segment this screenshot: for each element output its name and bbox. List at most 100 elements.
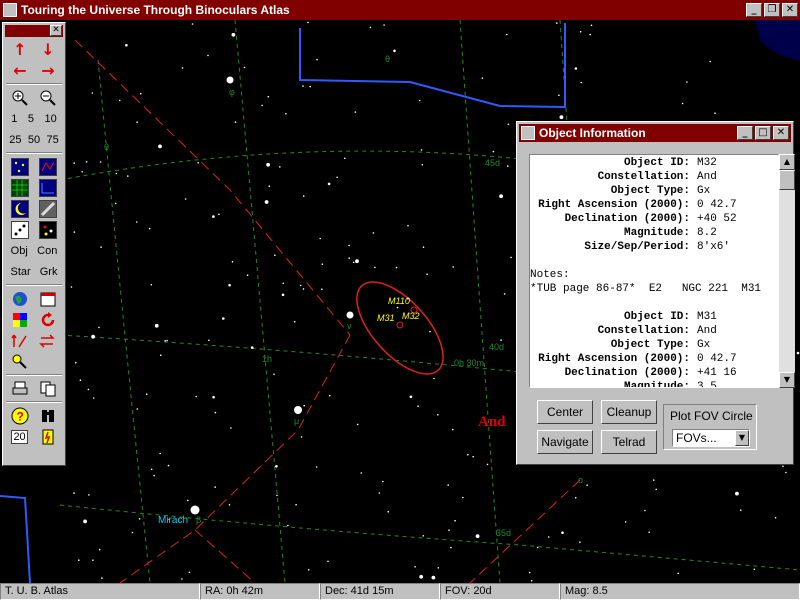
info-row: Magnitude: 8.2 [530,226,778,240]
calendar-icon[interactable] [39,290,57,308]
zoom-out-icon[interactable] [39,89,57,107]
greek-mu: μ [294,416,299,426]
object-info-maximize-button[interactable]: □ [755,126,771,140]
star-mirach[interactable] [190,505,200,515]
star [92,559,94,561]
scroll-thumb[interactable] [779,170,795,190]
dots-icon[interactable] [11,220,29,239]
resize-grip-icon[interactable] [779,450,793,464]
object-info-text[interactable]: Object ID: M32 Constellation: And Object Typ… [529,154,779,388]
star [580,81,582,84]
pan-up-icon[interactable]: ↑ [11,40,29,59]
star [92,397,95,399]
star-nu[interactable] [346,311,354,319]
star [160,354,162,357]
star [88,494,90,496]
navigate-button[interactable]: Navigate [537,430,593,454]
palette-icon[interactable] [11,311,29,329]
boundaries-icon[interactable] [39,178,57,197]
greek-labels-button[interactable]: Grk [40,266,58,278]
star [420,149,423,151]
star [782,465,784,468]
star [187,499,189,502]
close-button[interactable]: ✕ [782,3,798,17]
flip-vertical-icon[interactable] [11,332,29,350]
star-field-icon[interactable] [11,157,29,176]
center-button[interactable]: Center [537,400,593,424]
zoom-5-button[interactable]: 5 [28,113,34,125]
scroll-down-button[interactable]: ▼ [779,372,795,388]
milky-way-icon[interactable] [39,199,57,218]
limit-20-button[interactable]: 20 [11,429,28,444]
info-value: 0 42.7 [697,353,737,365]
pan-down-icon[interactable]: ↓ [39,40,57,59]
star [218,213,220,216]
zoom-1-button[interactable]: 1 [11,113,17,125]
fov-circle-group: Plot FOV Circle FOVs... ▼ [663,404,757,450]
zoom-in-icon[interactable] [11,89,29,107]
zoom-10-button[interactable]: 10 [45,113,57,125]
zoom-75-button[interactable]: 75 [47,134,59,146]
object-info-title-bar[interactable]: Object Information _ □ ✕ [519,124,791,142]
star [372,232,375,234]
con-labels-button[interactable]: Con [37,245,57,257]
scroll-up-button[interactable]: ▲ [779,154,795,170]
pan-left-icon[interactable]: ← [11,61,29,80]
star-phi[interactable] [226,76,234,84]
info-key: Size/Sep/Period: [584,241,690,253]
telescope-icon[interactable] [11,353,29,371]
star [73,162,75,164]
globe-icon[interactable] [11,290,29,308]
binoculars-icon[interactable] [39,407,57,425]
info-key: Object Type: [610,185,690,197]
star [558,94,560,96]
grid-label-35d: 35d [496,528,511,538]
app-icon[interactable] [3,3,17,17]
star [467,453,469,456]
help-icon[interactable]: ? [11,407,29,425]
star [407,224,409,227]
chevron-down-icon[interactable]: ▼ [735,430,749,446]
star [100,246,102,248]
zoom-25-button[interactable]: 25 [9,134,21,146]
star [212,215,215,218]
star [574,67,578,70]
info-row: Magnitude: 3.5 [530,380,778,387]
refresh-icon[interactable] [39,311,57,329]
pan-right-icon[interactable]: → [39,61,57,80]
objects-icon[interactable] [39,220,57,239]
star-mu[interactable] [294,406,302,414]
star [222,317,225,320]
obj-labels-button[interactable]: Obj [11,245,28,257]
print-icon[interactable] [11,380,29,398]
telrad-button[interactable]: Telrad [601,430,657,454]
star-labels-button[interactable]: Star [11,266,31,278]
star [246,274,249,276]
constellation-lines-icon[interactable] [39,157,57,176]
toolbox-title-bar[interactable]: ✕ [5,25,63,37]
restore-button[interactable]: ❐ [764,3,780,17]
cleanup-button[interactable]: Cleanup [601,400,657,424]
star [135,221,138,223]
star [83,519,87,524]
star [507,123,510,126]
object-info-minimize-button[interactable]: _ [737,126,753,140]
flip-horizontal-icon[interactable] [39,332,57,350]
minimize-button[interactable]: _ [746,3,762,17]
grid-icon[interactable] [11,178,29,197]
star [395,266,398,269]
label-mirach: Mirach [158,515,188,526]
moon-icon[interactable] [11,199,29,218]
zoom-50-button[interactable]: 50 [28,134,40,146]
info-vertical-scrollbar[interactable]: ▲ ▼ [779,154,795,388]
object-info-close-button[interactable]: ✕ [773,126,789,140]
copy-icon[interactable] [39,380,57,398]
fov-select[interactable]: FOVs... ▼ [672,429,750,447]
star [188,571,191,574]
toolbox-close-button[interactable]: ✕ [50,25,62,36]
star [321,263,324,265]
exit-icon[interactable] [39,428,57,446]
star [145,393,148,396]
info-value: Gx [697,339,711,351]
star [261,104,263,107]
